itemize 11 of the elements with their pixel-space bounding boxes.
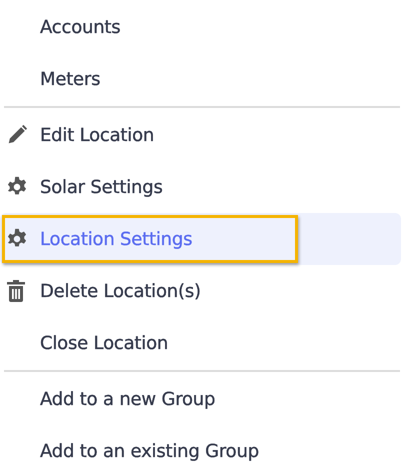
menu-item[interactable]: Delete Location(s) (0, 265, 401, 317)
menu-item[interactable]: Edit Location (0, 109, 401, 161)
pencil-icon (6, 124, 28, 146)
menu-item[interactable]: Location Settings (0, 213, 401, 265)
menu-item[interactable]: Add to a new Group (0, 373, 401, 425)
menu-item[interactable]: Add to an existing Group (0, 425, 401, 476)
menu-item[interactable]: Solar Settings (0, 161, 401, 213)
menu-item[interactable]: Accounts (0, 1, 401, 53)
trash-icon (6, 280, 26, 302)
menu-item[interactable]: Close Location (0, 317, 401, 369)
menu-item[interactable]: Meters (0, 53, 401, 105)
